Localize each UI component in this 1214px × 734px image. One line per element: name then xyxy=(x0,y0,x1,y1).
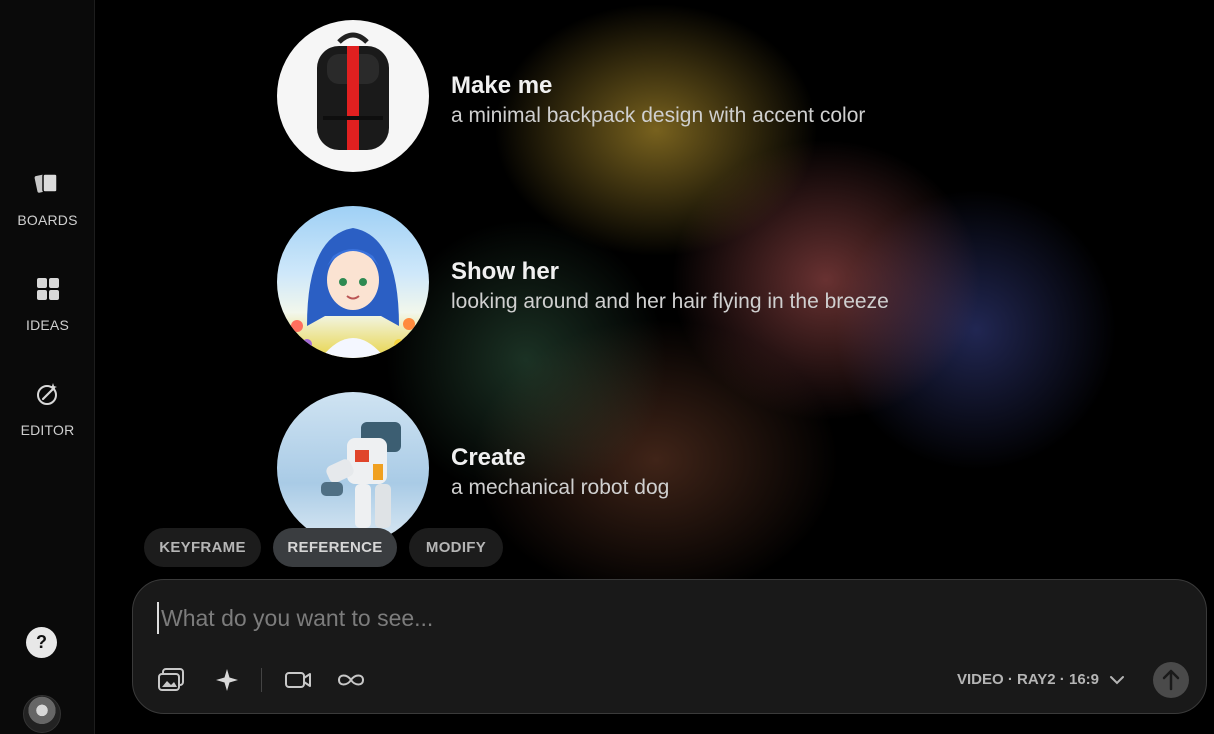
chevron-down-icon xyxy=(1110,676,1125,685)
video-camera-icon[interactable] xyxy=(283,666,313,694)
loop-infinity-icon[interactable] xyxy=(336,666,366,694)
suggestion-title: Create xyxy=(451,444,526,471)
robot-image xyxy=(277,392,429,544)
model-settings-label: VIDEO · RAY2 · 16:9 xyxy=(957,671,1099,688)
suggestion-item[interactable]: Show her looking around and her hair fly… xyxy=(277,206,1037,358)
suggestion-item[interactable]: Create a mechanical robot dog xyxy=(277,392,1037,544)
anime-girl-image xyxy=(277,206,429,358)
sidebar-item-boards[interactable]: BOARDS xyxy=(0,168,95,228)
sidebar: BOARDS IDEAS EDITOR ? xyxy=(0,0,95,734)
arrow-up-icon xyxy=(1162,669,1180,691)
suggestion-item[interactable]: Make me a minimal backpack design with a… xyxy=(277,20,1037,172)
mode-keyframe-button[interactable]: KEYFRAME xyxy=(144,528,261,567)
anime-girl-illustration xyxy=(291,228,415,358)
sidebar-item-label: BOARDS xyxy=(17,212,78,228)
help-button[interactable]: ? xyxy=(26,627,57,658)
suggestion-title: Make me xyxy=(451,72,553,99)
suggestion-description: looking around and her hair flying in th… xyxy=(451,290,889,313)
image-upload-icon[interactable] xyxy=(157,666,187,694)
backpack-image xyxy=(277,20,429,172)
editor-icon xyxy=(36,383,57,405)
prompt-box: VIDEO · RAY2 · 16:9 xyxy=(132,579,1207,714)
sparkle-icon[interactable] xyxy=(212,666,242,694)
suggestion-title: Show her xyxy=(451,258,560,285)
model-settings-dropdown[interactable]: VIDEO · RAY2 · 16:9 xyxy=(957,668,1125,692)
sidebar-item-label: IDEAS xyxy=(25,317,69,333)
robot-illustration xyxy=(321,422,401,528)
sidebar-item-editor[interactable]: EDITOR xyxy=(0,378,95,438)
sidebar-item-ideas[interactable]: IDEAS xyxy=(0,273,95,333)
ideas-grid-icon xyxy=(36,278,59,300)
toolbar-divider xyxy=(261,668,262,692)
backpack-illustration xyxy=(317,32,389,150)
prompt-input[interactable] xyxy=(157,602,1057,634)
main-canvas: Make me a minimal backpack design with a… xyxy=(96,0,1214,734)
suggestion-description: a mechanical robot dog xyxy=(451,476,670,499)
boards-icon xyxy=(34,173,58,193)
suggestion-description: a minimal backpack design with accent co… xyxy=(451,104,866,127)
sidebar-item-label: EDITOR xyxy=(20,422,75,438)
send-button[interactable] xyxy=(1153,662,1189,698)
mode-modify-button[interactable]: MODIFY xyxy=(409,528,503,567)
avatar[interactable] xyxy=(23,695,61,733)
mode-reference-button[interactable]: REFERENCE xyxy=(273,528,397,567)
